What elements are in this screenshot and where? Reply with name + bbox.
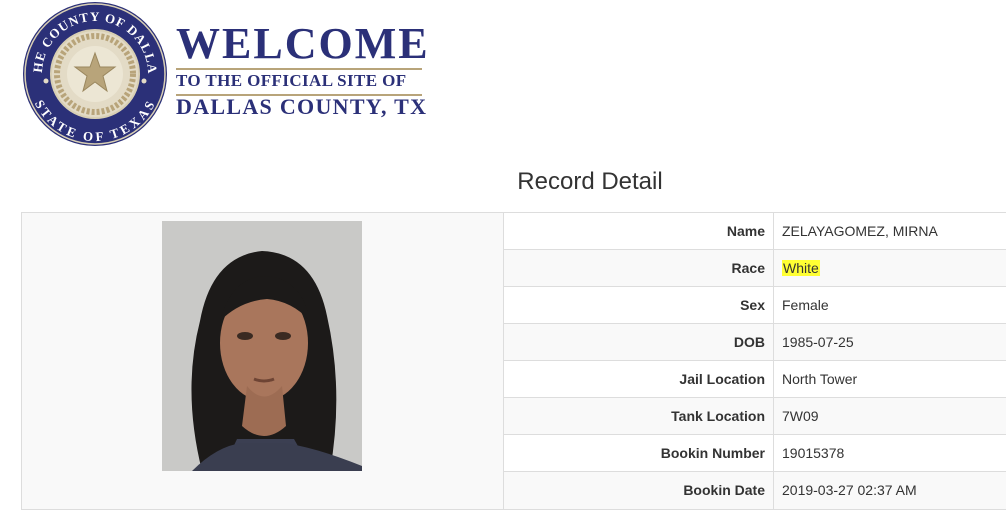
site-header: THE COUNTY OF DALLAS STATE OF TEXAS WELC… bbox=[22, 0, 442, 150]
field-value-sex: Female bbox=[782, 297, 829, 313]
field-label: Name bbox=[504, 213, 774, 249]
field-value-dob: 1985-07-25 bbox=[782, 334, 854, 350]
field-label: Bookin Date bbox=[504, 472, 774, 509]
welcome-banner: WELCOME TO THE OFFICIAL SITE OF DALLAS C… bbox=[176, 22, 428, 118]
record-row-dob: DOB 1985-07-25 bbox=[504, 324, 1006, 361]
dallas-county-seal-logo[interactable]: THE COUNTY OF DALLAS STATE OF TEXAS bbox=[22, 1, 168, 147]
welcome-heading: WELCOME bbox=[176, 19, 430, 68]
field-value-race-highlighted: White bbox=[782, 260, 820, 276]
record-fields: Name ZELAYAGOMEZ, MIRNA Race White Sex F… bbox=[504, 213, 1006, 509]
booking-photo bbox=[162, 221, 362, 471]
record-row-name: Name ZELAYAGOMEZ, MIRNA bbox=[504, 213, 1006, 250]
field-label: Bookin Number bbox=[504, 435, 774, 471]
field-label: Sex bbox=[504, 287, 774, 323]
record-row-bookin-date: Bookin Date 2019-03-27 02:37 AM bbox=[504, 472, 1006, 509]
photo-cell bbox=[22, 213, 504, 509]
field-value-bookin-number: 19015378 bbox=[782, 445, 845, 461]
field-label: Jail Location bbox=[504, 361, 774, 397]
field-label: Tank Location bbox=[504, 398, 774, 434]
record-row-bookin-number: Bookin Number 19015378 bbox=[504, 435, 1006, 472]
field-label: DOB bbox=[504, 324, 774, 360]
page-title: Record Detail bbox=[517, 168, 663, 195]
record-row-jail-location: Jail Location North Tower bbox=[504, 361, 1006, 398]
field-value-jail-location: North Tower bbox=[782, 371, 858, 387]
welcome-subtitle: TO THE OFFICIAL SITE OF bbox=[176, 71, 407, 90]
record-row-tank-location: Tank Location 7W09 bbox=[504, 398, 1006, 435]
record-row-sex: Sex Female bbox=[504, 287, 1006, 324]
county-name: DALLAS COUNTY, TX bbox=[176, 94, 428, 119]
field-label: Race bbox=[504, 250, 774, 286]
record-row-race: Race White bbox=[504, 250, 1006, 287]
record-detail-table: Name ZELAYAGOMEZ, MIRNA Race White Sex F… bbox=[21, 212, 1006, 510]
field-value-name: ZELAYAGOMEZ, MIRNA bbox=[782, 223, 938, 239]
field-value-bookin-date: 2019-03-27 02:37 AM bbox=[782, 482, 917, 498]
field-value-tank-location: 7W09 bbox=[782, 408, 819, 424]
